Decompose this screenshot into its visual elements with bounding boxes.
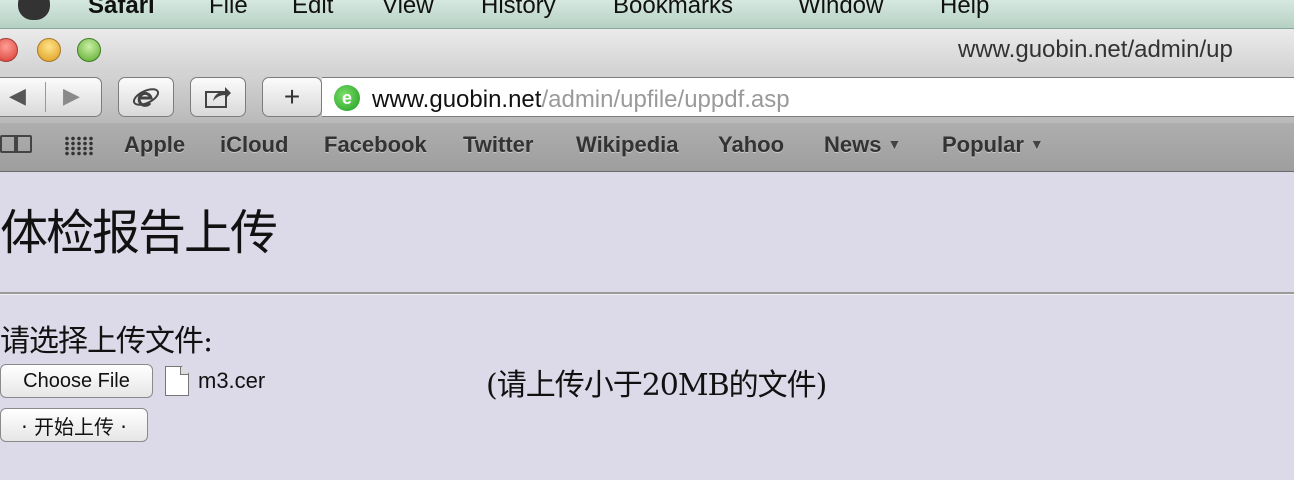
window-title: www.guobin.net/admin/up: [958, 36, 1233, 63]
forward-arrow-icon[interactable]: ▶: [63, 83, 80, 109]
bookmark-popular-label: Popular: [942, 132, 1024, 157]
minimize-window-button[interactable]: [37, 38, 61, 62]
url-path: /admin/upfile/uppdf.asp: [541, 86, 790, 113]
bookmark-twitter[interactable]: Twitter: [463, 132, 533, 158]
choose-file-button[interactable]: Choose File: [0, 364, 153, 398]
menu-help[interactable]: Help: [940, 0, 989, 20]
favicon-icon: e: [334, 85, 360, 111]
back-forward-control: ◀ ▶: [0, 77, 102, 117]
file-size-hint: (请上传小于20MB的文件): [486, 368, 827, 403]
dropdown-arrow-icon: ▼: [1029, 136, 1044, 152]
bookmark-facebook[interactable]: Facebook: [324, 132, 427, 158]
top-sites-icon[interactable]: [64, 136, 94, 156]
menu-bar: Safari File Edit View History Bookmarks …: [0, 0, 1294, 29]
menu-app-safari[interactable]: Safari: [88, 0, 155, 20]
back-arrow-icon[interactable]: ◀: [9, 83, 26, 109]
bookmark-popular[interactable]: Popular ▼: [942, 132, 1044, 158]
reading-list-icon[interactable]: [0, 135, 36, 157]
url-text[interactable]: www.guobin.net/admin/upfile/uppdf.asp: [372, 86, 790, 114]
share-button[interactable]: [190, 77, 246, 117]
menu-window[interactable]: Window: [798, 0, 883, 20]
bookmark-icloud[interactable]: iCloud: [220, 132, 288, 158]
share-icon: [205, 87, 231, 108]
nav-separator: [45, 82, 46, 112]
bookmark-apple[interactable]: Apple: [124, 132, 185, 158]
url-host: www.guobin.net: [372, 86, 542, 113]
apple-icon[interactable]: [18, 0, 50, 20]
selected-file-name: m3.cer: [198, 368, 266, 393]
menu-bookmarks[interactable]: Bookmarks: [613, 0, 733, 20]
divider: [0, 292, 1294, 295]
bookmark-news-label: News: [824, 132, 882, 157]
file-prompt-label: 请选择上传文件:: [0, 324, 213, 359]
dropdown-arrow-icon: ▼: [887, 136, 902, 152]
zoom-window-button[interactable]: [77, 38, 101, 62]
menu-view[interactable]: View: [382, 0, 434, 20]
menu-edit[interactable]: Edit: [292, 0, 333, 20]
internet-explorer-icon: [132, 88, 160, 107]
start-upload-button[interactable]: · 开始上传 ·: [0, 408, 148, 442]
new-tab-button[interactable]: +: [262, 77, 322, 117]
bookmark-yahoo[interactable]: Yahoo: [718, 132, 784, 158]
file-icon: [165, 366, 189, 396]
page-title: 体检报告上传: [0, 205, 278, 261]
menu-history[interactable]: History: [481, 0, 556, 20]
bookmark-news[interactable]: News ▼: [824, 132, 901, 158]
open-in-ie-button[interactable]: [118, 77, 174, 117]
address-bar[interactable]: e www.guobin.net/admin/upfile/uppdf.asp: [322, 77, 1294, 117]
bookmark-wikipedia[interactable]: Wikipedia: [576, 132, 679, 158]
menu-file[interactable]: File: [209, 0, 248, 20]
